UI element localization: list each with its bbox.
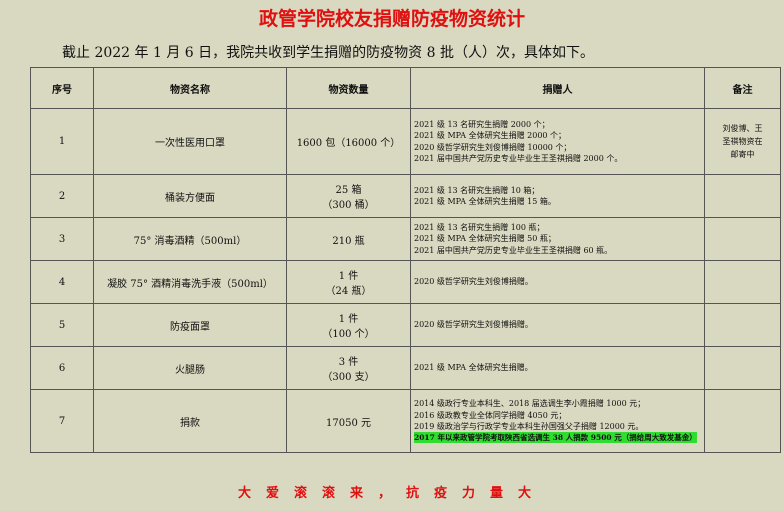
slogan: 大爱滚滚来，抗疫力量大 xyxy=(237,486,546,501)
quantity-line: 3 件 xyxy=(338,357,359,368)
header-note: 备注 xyxy=(704,67,781,109)
donor-cell: 2021 级 13 名研究生捐赠 10 箱； 2021 级 MPA 全体研究生捐赠… xyxy=(410,174,705,218)
donor-line: 2021 级 MPA 全体研究生捐赠 15 箱。 xyxy=(414,197,556,206)
intro-text: 截止 2022 年 1 月 6 日，我院共收到学生捐赠的防疫物资 8 批（人）次… xyxy=(62,45,594,61)
note-line: 刘俊博、王 xyxy=(722,124,763,133)
item-quantity: 210 瓶 xyxy=(286,217,411,261)
quantity-line: （100 个） xyxy=(322,329,375,340)
note-cell xyxy=(704,303,781,347)
donor-highlight: 2017 年以来政管学院考取陕西省选调生 38 人捐款 9500 元（捐给周大致… xyxy=(414,432,697,444)
item-name: 75° 消毒酒精（500ml） xyxy=(93,217,287,261)
item-quantity: 1600 包（16000 个） xyxy=(286,108,411,175)
item-name: 捐款 xyxy=(93,389,287,453)
quantity-line: 17050 元 xyxy=(326,417,371,429)
quantity-line: （300 桶） xyxy=(322,200,375,211)
row-number: 1 xyxy=(30,108,94,175)
item-quantity: 1 件 （24 瓶） xyxy=(286,260,411,304)
quantity-line: 1 件 xyxy=(338,271,359,282)
donor-line: 2021 级 13 名研究生捐赠 10 箱； xyxy=(414,185,540,195)
item-name: 火腿肠 xyxy=(93,346,287,390)
note-cell xyxy=(704,346,781,390)
row-number: 5 xyxy=(30,303,94,347)
quantity-line: 25 箱 xyxy=(335,185,362,196)
table-row: 2 桶装方便面 25 箱（300 桶） 2021 级 13 名研究生捐赠 10 箱； 2… xyxy=(30,174,781,218)
row-number: 4 xyxy=(30,260,94,304)
note-line: 圣祺物资在 xyxy=(722,137,763,146)
note-cell xyxy=(704,389,781,453)
item-quantity: 3 件 （300 支） xyxy=(286,346,411,390)
note-line: 邮寄中 xyxy=(730,150,755,159)
donor-line: 2020 级哲学研究生刘俊博捐赠。 xyxy=(414,277,533,287)
quantity-line: （300 支） xyxy=(322,372,375,383)
item-quantity: 17050 元 xyxy=(286,389,411,453)
donor-line: 2020 级哲学研究生刘俊博捐赠 10000 个； xyxy=(414,142,572,152)
donor-cell: 2014 级政行专业本科生、2018 届选调生李小霞捐赠 1000 元； 2016… xyxy=(410,389,705,453)
donor-line: 2016 级政教专业全体同学捐赠 4050 元； xyxy=(414,410,567,420)
item-name: 桶装方便面 xyxy=(93,174,287,218)
donor-line: 2020 级哲学研究生刘俊博捐赠。 xyxy=(414,320,533,330)
donor-line: 2021 级 MPA 全体研究生捐赠 50 瓶； xyxy=(414,234,556,244)
note-cell: 刘俊博、王圣祺物资在邮寄中 xyxy=(704,108,781,175)
donation-table: 序号 物资名称 物资数量 捐赠人 备注 1 一次性医用口罩 1600 包（16000… xyxy=(30,67,781,453)
note-cell xyxy=(704,260,781,304)
donor-line: 2021 级 13 名研究生捐赠 100 瓶； xyxy=(414,223,545,233)
page-title: 政管学院校友捐赠防疫物资统计 xyxy=(258,8,525,30)
row-number: 7 xyxy=(30,389,94,453)
donor-line: 2021 级 MPA 全体研究生捐赠 2000 个； xyxy=(414,131,567,141)
row-number: 3 xyxy=(30,217,94,261)
header-no: 序号 xyxy=(30,67,94,109)
donor-line: 2019 级政治学与行政学专业本科生孙国强父子捐赠 12000 元。 xyxy=(414,422,644,431)
donor-cell: 2021 级 13 名研究生捐赠 2000 个； 2021 级 MPA 全体研究生… xyxy=(410,108,705,175)
item-quantity: 1 件 （100 个） xyxy=(286,303,411,347)
table-row: 7 捐款 17050 元 2014 级政行专业本科生、2018 届选调生李小霞捐赠 1… xyxy=(30,389,781,453)
table-row: 3 75° 消毒酒精（500ml） 210 瓶 2021 级 13 名研究生捐赠 10… xyxy=(30,217,781,261)
item-name: 防疫面罩 xyxy=(93,303,287,347)
donor-cell: 2020 级哲学研究生刘俊博捐赠。 xyxy=(410,303,705,347)
table-row: 5 防疫面罩 1 件 （100 个） 2020 级哲学研究生刘俊博捐赠。 xyxy=(30,303,781,347)
note-cell xyxy=(704,217,781,261)
row-number: 2 xyxy=(30,174,94,218)
row-number: 6 xyxy=(30,346,94,390)
table-row: 1 一次性医用口罩 1600 包（16000 个） 2021 级 13 名研究生捐赠 … xyxy=(30,108,781,175)
quantity-line: 1600 包（16000 个） xyxy=(296,138,401,149)
header-name: 物资名称 xyxy=(93,67,287,109)
note-cell xyxy=(704,174,781,218)
donor-line: 2014 级政行专业本科生、2018 届选调生李小霞捐赠 1000 元； xyxy=(414,399,646,409)
table-row: 6 火腿肠 3 件 （300 支） 2021 级 MPA 全体研究生捐赠。 xyxy=(30,346,781,390)
donor-cell: 2020 级哲学研究生刘俊博捐赠。 xyxy=(410,260,705,304)
quantity-line: 210 瓶 xyxy=(332,235,365,247)
quantity-line: （24 瓶） xyxy=(325,286,372,297)
donor-line: 2021 级 MPA 全体研究生捐赠。 xyxy=(414,363,533,373)
item-name: 一次性医用口罩 xyxy=(93,108,287,175)
item-name: 凝胶 75° 酒精消毒洗手液（500ml） xyxy=(93,260,287,304)
header-qty: 物资数量 xyxy=(286,67,411,109)
quantity-line: 1 件 xyxy=(338,314,359,325)
table-header-row: 序号 物资名称 物资数量 捐赠人 备注 xyxy=(30,67,781,109)
header-donor: 捐赠人 xyxy=(410,67,705,109)
table-row: 4 凝胶 75° 酒精消毒洗手液（500ml） 1 件 （24 瓶） 2020 级哲学研… xyxy=(30,260,781,304)
donor-line: 2021 届中国共产党历史专业毕业生王圣祺捐赠 2000 个。 xyxy=(414,153,623,163)
item-quantity: 25 箱 （300 桶） xyxy=(286,174,411,218)
donor-cell: 2021 级 13 名研究生捐赠 100 瓶； 2021 级 MPA 全体研究生捐… xyxy=(410,217,705,261)
donor-cell: 2021 级 MPA 全体研究生捐赠。 xyxy=(410,346,705,390)
donor-line: 2021 级 13 名研究生捐赠 2000 个； xyxy=(414,119,550,129)
donor-line: 2021 届中国共产党历史专业毕业生王圣祺捐赠 60 瓶。 xyxy=(414,245,613,255)
